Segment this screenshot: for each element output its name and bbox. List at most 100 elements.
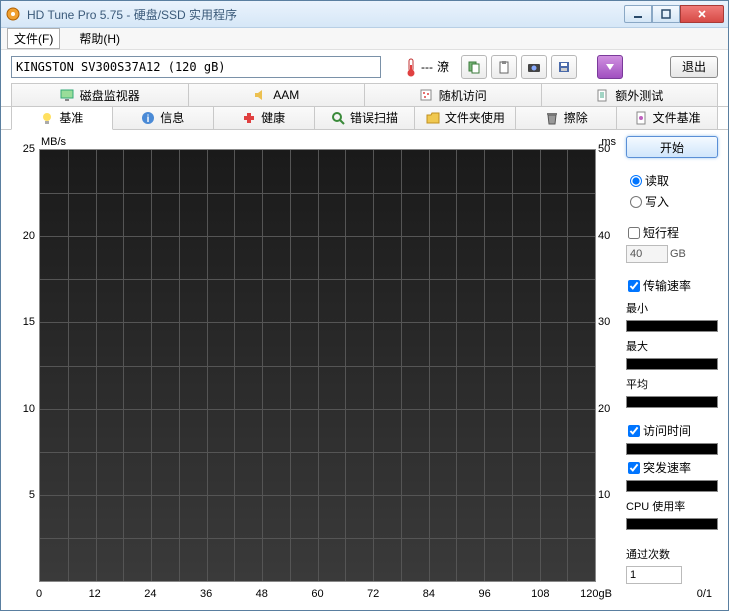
write-label: 写入 bbox=[645, 193, 669, 210]
short-stroke-unit: GB bbox=[670, 248, 686, 260]
tab-folder-usage[interactable]: 文件夹使用 bbox=[414, 107, 516, 130]
save-button[interactable] bbox=[551, 55, 577, 79]
floppy-icon bbox=[557, 60, 571, 74]
temp-value: --- bbox=[421, 60, 433, 74]
info-icon: i bbox=[141, 111, 155, 125]
temp-unit: 潦 bbox=[437, 58, 449, 75]
xtick: 0 bbox=[36, 588, 42, 600]
trash-icon bbox=[545, 111, 559, 125]
tab-benchmark[interactable]: 基准 bbox=[11, 107, 113, 130]
speaker-icon bbox=[253, 88, 267, 102]
xtick: 60 bbox=[311, 588, 323, 600]
ytick-l: 10 bbox=[11, 403, 35, 415]
max-label: 最大 bbox=[626, 338, 718, 354]
xtick: 108 bbox=[531, 588, 549, 600]
close-button[interactable] bbox=[680, 5, 724, 23]
short-stroke-checkbox[interactable] bbox=[628, 227, 640, 239]
ytick-r: 40 bbox=[598, 230, 618, 242]
chart-canvas bbox=[39, 149, 596, 582]
minimize-button[interactable] bbox=[624, 5, 652, 23]
window-title: HD Tune Pro 5.75 - 硬盘/SSD 实用程序 bbox=[27, 6, 624, 23]
screenshot-button[interactable] bbox=[521, 55, 547, 79]
ytick-l: 5 bbox=[11, 489, 35, 501]
toolbar: KINGSTON SV300S37A12 (120 gB) --- 潦 退出 bbox=[1, 50, 728, 83]
app-icon bbox=[5, 6, 21, 22]
passes-input[interactable] bbox=[626, 566, 682, 584]
copy-info-button[interactable] bbox=[461, 55, 487, 79]
xtick: 12 bbox=[89, 588, 101, 600]
extra-icon bbox=[595, 88, 609, 102]
copy-screenshot-button[interactable] bbox=[491, 55, 517, 79]
ytick-l: 20 bbox=[11, 230, 35, 242]
tab-aam[interactable]: AAM bbox=[188, 83, 366, 105]
access-time-value bbox=[626, 443, 718, 455]
copy-icon bbox=[467, 60, 481, 74]
transfer-rate-checkbox[interactable] bbox=[628, 280, 640, 292]
xtick: 96 bbox=[478, 588, 490, 600]
access-time-label: 访问时间 bbox=[643, 422, 691, 439]
options-button[interactable] bbox=[597, 55, 623, 79]
short-stroke-input bbox=[626, 245, 668, 263]
xtick: 24 bbox=[144, 588, 156, 600]
access-time-checkbox[interactable] bbox=[628, 425, 640, 437]
monitor-icon bbox=[60, 88, 74, 102]
random-icon bbox=[419, 88, 433, 102]
transfer-rate-label: 传输速率 bbox=[643, 277, 691, 294]
tab-info[interactable]: i 信息 bbox=[112, 107, 214, 130]
folder-icon bbox=[426, 111, 440, 125]
svg-text:i: i bbox=[147, 114, 150, 125]
write-radio[interactable] bbox=[630, 196, 642, 208]
xtick: 120gB bbox=[580, 588, 612, 600]
menubar: 文件(F) 帮助(H) bbox=[1, 28, 728, 50]
exit-button[interactable]: 退出 bbox=[670, 56, 718, 78]
avg-value bbox=[626, 396, 718, 408]
passes-label: 通过次数 bbox=[626, 546, 718, 562]
health-icon bbox=[242, 111, 256, 125]
min-label: 最小 bbox=[626, 300, 718, 316]
y-left-label: MB/s bbox=[41, 136, 66, 148]
chart-wrap bbox=[39, 149, 596, 582]
thermometer-icon bbox=[405, 57, 417, 77]
side-panel: 开始 读取 写入 短行程 GB 传输速率 最小 最大 平均 访问时间 突发速率 … bbox=[626, 136, 718, 600]
ytick-l: 15 bbox=[11, 316, 35, 328]
titlebar[interactable]: HD Tune Pro 5.75 - 硬盘/SSD 实用程序 bbox=[1, 1, 728, 28]
maximize-button[interactable] bbox=[652, 5, 680, 23]
ytick-r: 20 bbox=[598, 403, 618, 415]
file-bench-icon bbox=[634, 111, 648, 125]
tab-row-top: 磁盘监视器 AAM 随机访问 额外测试 bbox=[1, 83, 728, 106]
tab-extra-tests[interactable]: 额外测试 bbox=[541, 83, 719, 105]
short-stroke-label: 短行程 bbox=[643, 224, 679, 241]
read-radio[interactable] bbox=[630, 175, 642, 187]
tab-disk-monitor[interactable]: 磁盘监视器 bbox=[11, 83, 189, 105]
drive-selector[interactable]: KINGSTON SV300S37A12 (120 gB) bbox=[11, 56, 381, 78]
temperature-display: --- 潦 bbox=[405, 57, 449, 77]
tab-row-sub: 基准 i 信息 健康 错误扫描 文件夹使用 擦除 文件基准 bbox=[1, 107, 728, 130]
xtick: 36 bbox=[200, 588, 212, 600]
min-value bbox=[626, 320, 718, 332]
tab-health[interactable]: 健康 bbox=[213, 107, 315, 130]
avg-label: 平均 bbox=[626, 376, 718, 392]
read-label: 读取 bbox=[645, 172, 669, 189]
clipboard-icon bbox=[497, 60, 511, 74]
cpu-usage-value bbox=[626, 518, 718, 530]
tab-random-access[interactable]: 随机访问 bbox=[364, 83, 542, 105]
tab-file-benchmark[interactable]: 文件基准 bbox=[616, 107, 718, 130]
xtick: 84 bbox=[423, 588, 435, 600]
tab-error-scan[interactable]: 错误扫描 bbox=[314, 107, 416, 130]
start-button[interactable]: 开始 bbox=[626, 136, 718, 158]
max-value bbox=[626, 358, 718, 370]
bulb-icon bbox=[40, 111, 54, 125]
pass-counter: 0/1 bbox=[626, 588, 718, 600]
menu-help[interactable]: 帮助(H) bbox=[72, 28, 127, 49]
ytick-r: 50 bbox=[598, 143, 618, 155]
menu-file[interactable]: 文件(F) bbox=[7, 28, 60, 49]
ytick-r: 30 bbox=[598, 316, 618, 328]
burst-rate-value bbox=[626, 480, 718, 492]
down-arrow-icon bbox=[604, 61, 616, 73]
burst-rate-checkbox[interactable] bbox=[628, 462, 640, 474]
tab-erase[interactable]: 擦除 bbox=[515, 107, 617, 130]
ytick-l: 25 bbox=[11, 143, 35, 155]
window-controls bbox=[624, 5, 724, 23]
camera-icon bbox=[527, 60, 541, 74]
ytick-r: 10 bbox=[598, 489, 618, 501]
